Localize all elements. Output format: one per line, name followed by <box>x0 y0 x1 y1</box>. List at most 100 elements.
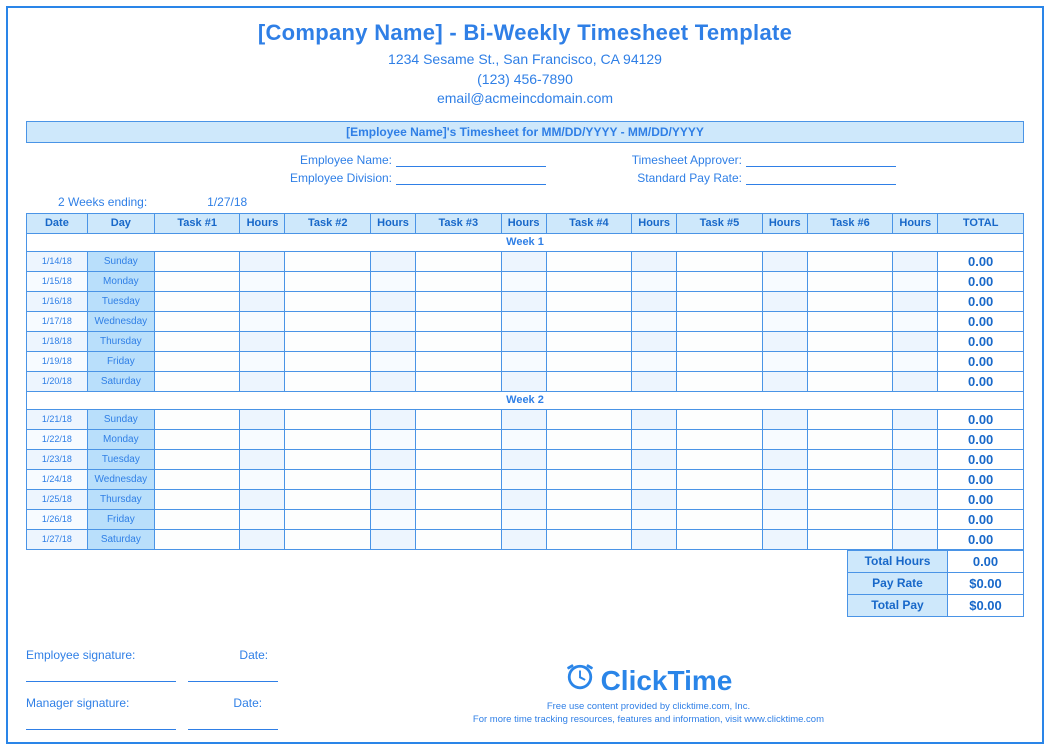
hours-cell[interactable] <box>501 449 546 469</box>
task-cell[interactable] <box>154 271 240 291</box>
task-cell[interactable] <box>416 311 502 331</box>
hours-cell[interactable] <box>632 331 677 351</box>
task-cell[interactable] <box>285 509 371 529</box>
task-cell[interactable] <box>285 449 371 469</box>
task-cell[interactable] <box>677 509 763 529</box>
hours-cell[interactable] <box>240 331 285 351</box>
hours-cell[interactable] <box>762 371 807 391</box>
hours-cell[interactable] <box>371 489 416 509</box>
hours-cell[interactable] <box>371 291 416 311</box>
task-cell[interactable] <box>154 449 240 469</box>
task-cell[interactable] <box>807 449 893 469</box>
task-cell[interactable] <box>285 271 371 291</box>
task-cell[interactable] <box>154 409 240 429</box>
hours-cell[interactable] <box>893 449 938 469</box>
hours-cell[interactable] <box>240 271 285 291</box>
task-cell[interactable] <box>546 291 632 311</box>
hours-cell[interactable] <box>893 251 938 271</box>
task-cell[interactable] <box>285 371 371 391</box>
hours-cell[interactable] <box>893 429 938 449</box>
hours-cell[interactable] <box>371 331 416 351</box>
hours-cell[interactable] <box>501 351 546 371</box>
task-cell[interactable] <box>546 371 632 391</box>
task-cell[interactable] <box>807 529 893 549</box>
task-cell[interactable] <box>807 429 893 449</box>
task-cell[interactable] <box>807 409 893 429</box>
task-cell[interactable] <box>416 251 502 271</box>
hours-cell[interactable] <box>632 429 677 449</box>
hours-cell[interactable] <box>632 371 677 391</box>
task-cell[interactable] <box>677 351 763 371</box>
task-cell[interactable] <box>285 469 371 489</box>
hours-cell[interactable] <box>632 449 677 469</box>
emp-sig-line[interactable] <box>26 668 176 682</box>
task-cell[interactable] <box>807 291 893 311</box>
hours-cell[interactable] <box>632 271 677 291</box>
task-cell[interactable] <box>416 529 502 549</box>
hours-cell[interactable] <box>240 429 285 449</box>
hours-cell[interactable] <box>893 311 938 331</box>
task-cell[interactable] <box>546 429 632 449</box>
hours-cell[interactable] <box>762 271 807 291</box>
task-cell[interactable] <box>416 331 502 351</box>
input-pay-rate[interactable] <box>746 171 896 185</box>
hours-cell[interactable] <box>371 449 416 469</box>
task-cell[interactable] <box>285 529 371 549</box>
hours-cell[interactable] <box>762 251 807 271</box>
hours-cell[interactable] <box>240 509 285 529</box>
hours-cell[interactable] <box>371 271 416 291</box>
task-cell[interactable] <box>677 331 763 351</box>
hours-cell[interactable] <box>240 489 285 509</box>
task-cell[interactable] <box>807 489 893 509</box>
hours-cell[interactable] <box>240 291 285 311</box>
hours-cell[interactable] <box>893 331 938 351</box>
task-cell[interactable] <box>154 429 240 449</box>
hours-cell[interactable] <box>893 529 938 549</box>
task-cell[interactable] <box>677 291 763 311</box>
task-cell[interactable] <box>154 469 240 489</box>
hours-cell[interactable] <box>632 489 677 509</box>
task-cell[interactable] <box>807 351 893 371</box>
hours-cell[interactable] <box>501 371 546 391</box>
hours-cell[interactable] <box>501 489 546 509</box>
task-cell[interactable] <box>677 489 763 509</box>
hours-cell[interactable] <box>501 291 546 311</box>
hours-cell[interactable] <box>371 469 416 489</box>
hours-cell[interactable] <box>762 291 807 311</box>
task-cell[interactable] <box>546 509 632 529</box>
hours-cell[interactable] <box>240 371 285 391</box>
hours-cell[interactable] <box>762 331 807 351</box>
hours-cell[interactable] <box>632 509 677 529</box>
input-emp-div[interactable] <box>396 171 546 185</box>
hours-cell[interactable] <box>240 469 285 489</box>
hours-cell[interactable] <box>762 529 807 549</box>
task-cell[interactable] <box>807 509 893 529</box>
hours-cell[interactable] <box>371 251 416 271</box>
hours-cell[interactable] <box>762 449 807 469</box>
task-cell[interactable] <box>416 469 502 489</box>
task-cell[interactable] <box>546 469 632 489</box>
task-cell[interactable] <box>546 311 632 331</box>
hours-cell[interactable] <box>371 409 416 429</box>
hours-cell[interactable] <box>240 351 285 371</box>
hours-cell[interactable] <box>893 469 938 489</box>
hours-cell[interactable] <box>632 291 677 311</box>
hours-cell[interactable] <box>893 271 938 291</box>
hours-cell[interactable] <box>371 509 416 529</box>
emp-date-line[interactable] <box>188 668 278 682</box>
task-cell[interactable] <box>416 509 502 529</box>
task-cell[interactable] <box>546 331 632 351</box>
hours-cell[interactable] <box>632 529 677 549</box>
task-cell[interactable] <box>154 331 240 351</box>
hours-cell[interactable] <box>893 291 938 311</box>
task-cell[interactable] <box>677 409 763 429</box>
hours-cell[interactable] <box>632 251 677 271</box>
hours-cell[interactable] <box>371 351 416 371</box>
input-approver[interactable] <box>746 153 896 167</box>
hours-cell[interactable] <box>240 251 285 271</box>
hours-cell[interactable] <box>501 529 546 549</box>
task-cell[interactable] <box>285 409 371 429</box>
task-cell[interactable] <box>154 291 240 311</box>
hours-cell[interactable] <box>632 409 677 429</box>
input-emp-name[interactable] <box>396 153 546 167</box>
